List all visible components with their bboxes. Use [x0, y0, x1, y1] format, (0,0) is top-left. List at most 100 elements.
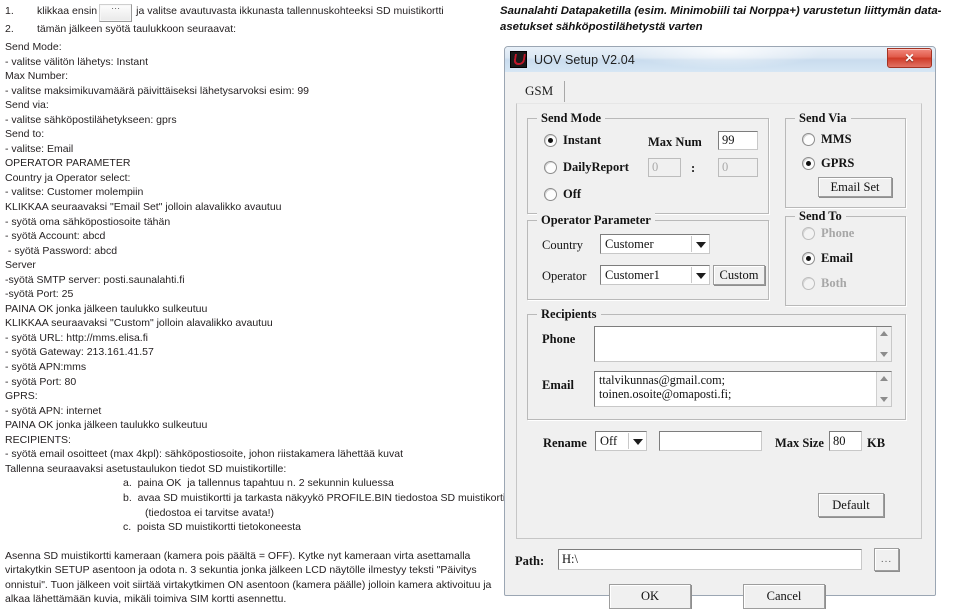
operator-value: Customer1	[605, 267, 660, 282]
radio-dot-icon	[544, 134, 557, 147]
right-column: Saunalahti Datapaketilla (esim. Minimobi…	[498, 0, 960, 609]
scroll-up-icon[interactable]	[880, 331, 888, 336]
operator-label: Operator	[542, 269, 587, 283]
instruction-subitem-b-note: (tiedostoa ei tarvitse avata!)	[145, 506, 274, 519]
instruction-line: - syötä APN:mms	[5, 361, 87, 374]
instruction-line: - valitse: Customer molempiin	[5, 186, 144, 199]
combo-divider	[628, 433, 629, 449]
radio-label: Instant	[563, 133, 602, 147]
instruction-line: - syötä Password: abcd	[5, 244, 118, 257]
rename-text-input[interactable]	[659, 431, 762, 451]
instruction-line: Max Number:	[5, 70, 69, 83]
ok-button[interactable]: OK	[609, 584, 691, 609]
scroll-down-icon[interactable]	[880, 397, 888, 402]
custom-button[interactable]: Custom	[713, 265, 765, 285]
instruction-subitem-b: b. avaa SD muistikortti ja tarkasta näky…	[123, 491, 516, 504]
radio-label: Email	[821, 251, 853, 265]
path-input[interactable]: H:\	[558, 549, 862, 570]
chevron-down-icon	[696, 242, 706, 248]
close-icon: ✕	[904, 51, 915, 65]
radio-label: GPRS	[821, 156, 855, 170]
daily-minute-input[interactable]: 0	[718, 158, 758, 177]
rename-combobox[interactable]: Off	[595, 431, 647, 451]
radio-send-to-phone[interactable]: Phone	[802, 226, 854, 241]
radio-send-via-mms[interactable]: MMS	[802, 132, 852, 147]
window-titlebar[interactable]: UOV Setup V2.04 ✕	[505, 47, 935, 73]
instruction-line: -syötä SMTP server: posti.saunalahti.fi	[5, 273, 185, 286]
email-scrollbar[interactable]	[876, 372, 891, 406]
radio-dot-icon	[802, 157, 815, 170]
send-mode-group: Send Mode Instant Max Num 99 DailyReport…	[527, 111, 769, 214]
max-num-input[interactable]: 99	[718, 131, 758, 150]
radio-label: MMS	[821, 132, 852, 146]
country-combobox[interactable]: Customer	[600, 234, 710, 254]
close-button[interactable]: ✕	[887, 48, 932, 68]
radio-send-to-both[interactable]: Both	[802, 276, 847, 291]
radio-label: Both	[821, 276, 847, 290]
instruction-line: - syötä Gateway: 213.161.41.57	[5, 346, 154, 359]
step-1-number: 1.	[5, 5, 14, 17]
email-recipients-listbox[interactable]: ttalvikunnas@gmail.com; toinen.osoite@om…	[594, 371, 892, 407]
max-size-unit-label: KB	[867, 436, 886, 450]
browse-path-button[interactable]: ...	[874, 548, 899, 571]
max-num-label: Max Num	[648, 135, 702, 149]
radio-label: DailyReport	[563, 160, 629, 174]
instruction-line: - syötä Account: abcd	[5, 230, 106, 243]
send-via-group: Send Via MMS GPRS Email Set	[785, 111, 906, 208]
step-1-text-before: klikkaa ensin	[37, 5, 98, 17]
tab-gsm[interactable]: GSM	[516, 81, 566, 102]
radio-dot-icon	[802, 277, 815, 290]
instruction-line: - valitse välitön lähetys: Instant	[5, 55, 148, 68]
radio-dot-icon	[802, 252, 815, 265]
radio-send-mode-off[interactable]: Off	[544, 187, 581, 202]
radio-dot-icon	[802, 227, 815, 240]
step-2-text: tämän jälkeen syötä taulukkoon seuraavat…	[37, 23, 237, 35]
radio-send-mode-instant[interactable]: Instant	[544, 133, 601, 148]
phone-label: Phone	[542, 332, 576, 346]
rename-label: Rename	[543, 436, 587, 450]
instruction-line: - valitse: Email	[5, 142, 74, 155]
send-to-legend: Send To	[795, 209, 846, 224]
window-title: UOV Setup V2.04	[534, 52, 635, 67]
scroll-down-icon[interactable]	[880, 352, 888, 357]
combo-divider	[691, 236, 692, 252]
send-mode-legend: Send Mode	[537, 111, 606, 126]
recipients-legend: Recipients	[537, 307, 601, 322]
step-2-number: 2.	[5, 23, 14, 35]
cancel-button[interactable]: Cancel	[743, 584, 825, 609]
phone-scrollbar[interactable]	[876, 327, 891, 361]
instruction-line: RECIPIENTS:	[5, 433, 71, 446]
instruction-line: Tallenna seuraavaksi asetustaulukon tied…	[5, 462, 287, 475]
scroll-up-icon[interactable]	[880, 376, 888, 381]
max-size-input[interactable]: 80	[829, 431, 862, 451]
path-label: Path:	[515, 554, 545, 568]
default-button[interactable]: Default	[818, 493, 884, 517]
recipients-group: Recipients Phone Email ttalvikunnas@gmai…	[527, 307, 906, 420]
operator-parameter-legend: Operator Parameter	[537, 213, 655, 228]
email-set-button[interactable]: Email Set	[818, 177, 892, 197]
instruction-line: PAINA OK jonka jälkeen taulukko sulkeutu…	[5, 302, 208, 315]
uov-setup-window: UOV Setup V2.04 ✕ GSM Send Mode Instant	[504, 46, 936, 609]
chevron-down-icon	[696, 273, 706, 279]
instruction-line: - syötä URL: http://mms.elisa.fi	[5, 331, 148, 344]
right-heading: Saunalahti Datapaketilla (esim. Minimobi…	[500, 5, 942, 33]
max-size-label: Max Size	[775, 436, 824, 450]
rename-value: Off	[600, 433, 618, 448]
daily-hour-input[interactable]: 0	[648, 158, 681, 177]
radio-send-mode-dailyreport[interactable]: DailyReport	[544, 160, 629, 175]
radio-send-via-gprs[interactable]: GPRS	[802, 156, 854, 171]
phone-recipients-listbox[interactable]	[594, 326, 892, 362]
country-value: Customer	[605, 236, 654, 251]
instruction-line: Send Mode:	[5, 41, 62, 53]
radio-dot-icon	[802, 133, 815, 146]
step-1-text-after: ja valitse avautuvasta ikkunasta tallenn…	[136, 5, 444, 17]
instruction-line: Send to:	[5, 128, 45, 141]
instruction-step-1: 1. klikkaa ensin ja valitse avautuvasta …	[5, 1, 497, 22]
instruction-subitem-c: c. poista SD muistikortti tietokoneesta	[123, 521, 301, 534]
instruction-line: - syötä email osoitteet (max 4kpl): sähk…	[5, 448, 404, 461]
operator-combobox[interactable]: Customer1	[600, 265, 710, 285]
instruction-line: Send via:	[5, 99, 49, 112]
radio-send-to-email[interactable]: Email	[802, 251, 853, 266]
radio-dot-icon	[544, 188, 557, 201]
ellipsis-button-icon[interactable]	[99, 1, 133, 22]
